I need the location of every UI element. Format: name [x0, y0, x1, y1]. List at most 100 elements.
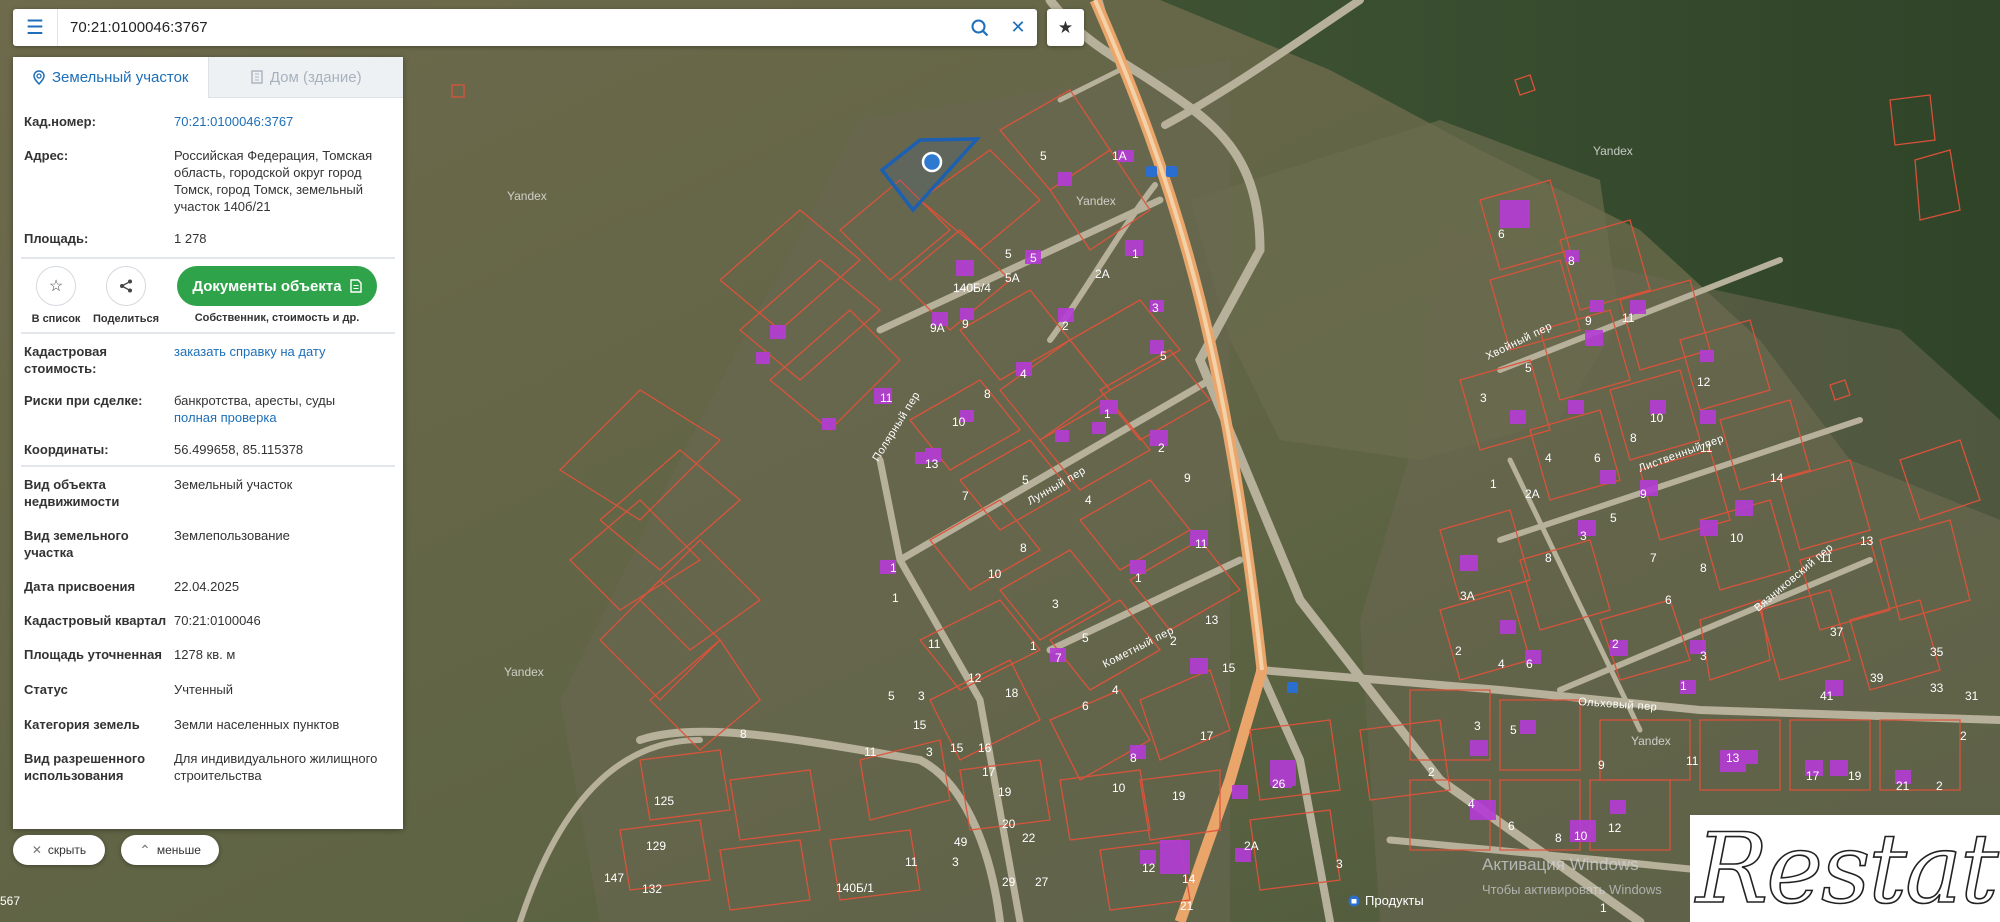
- svg-text:140Б/4: 140Б/4: [953, 281, 991, 295]
- tab-house[interactable]: Дом (здание): [207, 57, 403, 98]
- svg-text:13: 13: [1860, 534, 1874, 548]
- svg-text:4: 4: [1020, 367, 1027, 381]
- add-to-list-action[interactable]: ☆ В список: [21, 266, 91, 325]
- specified-area-value: 1278 кв. м: [174, 647, 236, 662]
- close-icon: ✕: [1010, 17, 1026, 37]
- svg-text:19: 19: [998, 785, 1012, 799]
- svg-text:1: 1: [1600, 901, 1607, 915]
- svg-text:8: 8: [1630, 431, 1637, 445]
- svg-text:6: 6: [1526, 657, 1533, 671]
- svg-text:4: 4: [1498, 657, 1505, 671]
- svg-text:4: 4: [1085, 493, 1092, 507]
- search-input[interactable]: [58, 11, 961, 44]
- windows-activation-text: Активация Windows: [1482, 855, 1639, 874]
- svg-text:3: 3: [1474, 719, 1481, 733]
- assignment-date-row: Дата присвоения 22.04.2025: [13, 578, 403, 595]
- less-button[interactable]: ⌃ меньше: [121, 835, 219, 865]
- svg-text:147: 147: [604, 871, 624, 885]
- svg-text:9: 9: [962, 317, 969, 331]
- permitted-use-label: Вид разрешенного использования: [24, 751, 146, 783]
- star-icon: ★: [1057, 17, 1074, 37]
- svg-text:3: 3: [1336, 857, 1343, 871]
- documents-action: Документы объекта Собственник, стоимость…: [177, 266, 377, 324]
- svg-text:9: 9: [1585, 314, 1592, 328]
- svg-text:3: 3: [926, 745, 933, 759]
- svg-text:6: 6: [1665, 593, 1672, 607]
- location-marker[interactable]: [921, 151, 943, 173]
- restate-logo-text: Restate: [1695, 815, 2000, 922]
- svg-text:10: 10: [1574, 829, 1588, 843]
- svg-text:11: 11: [928, 637, 941, 651]
- svg-text:140Б/1: 140Б/1: [836, 881, 874, 895]
- search-bar: ☰ ✕: [13, 9, 1037, 46]
- svg-text:10: 10: [1650, 411, 1664, 425]
- svg-text:16: 16: [978, 741, 992, 755]
- land-category-value: Земли населенных пунктов: [174, 717, 340, 732]
- share-action[interactable]: Поделиться: [91, 266, 161, 325]
- svg-text:567: 567: [0, 894, 20, 908]
- svg-text:5: 5: [888, 689, 895, 703]
- svg-text:1: 1: [1132, 247, 1139, 261]
- cadastral-number-link[interactable]: 70:21:0100046:3767: [174, 114, 293, 129]
- documents-button[interactable]: Документы объекта: [177, 266, 377, 306]
- poi-grocery-label: Продукты: [1365, 893, 1424, 908]
- add-to-list-button[interactable]: ☆: [36, 266, 76, 306]
- address-label: Адрес:: [24, 148, 69, 163]
- share-button[interactable]: [106, 266, 146, 306]
- svg-text:1: 1: [1104, 407, 1111, 421]
- svg-text:14: 14: [1182, 872, 1196, 886]
- specified-area-row: Площадь уточненная 1278 кв. м: [13, 646, 403, 663]
- svg-text:29: 29: [1002, 875, 1016, 889]
- quarter-value: 70:21:0100046: [174, 613, 261, 628]
- add-to-list-label: В список: [31, 313, 81, 325]
- hide-button[interactable]: ✕ скрыть: [13, 835, 105, 865]
- svg-text:13: 13: [1205, 613, 1219, 627]
- menu-button[interactable]: ☰: [13, 9, 58, 46]
- share-label: Поделиться: [92, 313, 160, 325]
- svg-text:8: 8: [1568, 254, 1575, 268]
- favorite-button[interactable]: ★: [1047, 9, 1084, 46]
- svg-text:Yandex: Yandex: [507, 189, 547, 203]
- svg-text:8: 8: [1555, 831, 1562, 845]
- shop-icon: [1348, 895, 1360, 906]
- svg-text:2: 2: [1960, 729, 1967, 743]
- svg-text:21: 21: [1896, 779, 1910, 793]
- svg-text:5: 5: [1030, 251, 1037, 265]
- land-category-row: Категория земель Земли населенных пункто…: [13, 716, 403, 733]
- svg-text:15: 15: [950, 741, 964, 755]
- svg-text:6: 6: [1082, 699, 1089, 713]
- svg-text:1: 1: [1135, 571, 1142, 585]
- svg-text:35: 35: [1930, 645, 1944, 659]
- quarter-row: Кадастровый квартал 70:21:0100046: [13, 612, 403, 629]
- restate-logo: Restate: [1690, 815, 2000, 922]
- svg-text:2: 2: [1936, 779, 1943, 793]
- tab-house-label: Дом (здание): [269, 68, 362, 86]
- clear-button[interactable]: ✕: [999, 9, 1037, 46]
- quarter-label: Кадастровый квартал: [24, 613, 167, 628]
- svg-text:129: 129: [646, 839, 666, 853]
- address-row: Адрес: Российская Федерация, Томская обл…: [13, 147, 403, 215]
- svg-text:4: 4: [1468, 797, 1475, 811]
- share-icon: [120, 279, 132, 293]
- tab-land-plot[interactable]: Земельный участок: [13, 57, 208, 98]
- svg-text:4: 4: [1112, 683, 1119, 697]
- svg-text:19: 19: [1848, 769, 1862, 783]
- land-type-row: Вид земельного участка Землепользование: [13, 527, 403, 561]
- svg-text:5: 5: [1082, 631, 1089, 645]
- svg-text:Yandex: Yandex: [1593, 144, 1633, 158]
- poi-grocery[interactable]: Продукты: [1348, 893, 1424, 908]
- risks-label: Риски при сделке:: [24, 393, 143, 408]
- full-check-link[interactable]: полная проверка: [174, 410, 277, 425]
- svg-text:1: 1: [1030, 639, 1037, 653]
- status-value: Учтенный: [174, 682, 234, 697]
- svg-text:Yandex: Yandex: [1076, 194, 1116, 208]
- search-button[interactable]: [961, 9, 999, 46]
- svg-text:19: 19: [1172, 789, 1186, 803]
- svg-text:10: 10: [988, 567, 1002, 581]
- search-icon: [971, 19, 989, 36]
- order-certificate-link[interactable]: заказать справку на дату: [174, 344, 326, 359]
- svg-text:2: 2: [1062, 319, 1069, 333]
- status-row: Статус Учтенный: [13, 681, 403, 698]
- svg-text:3: 3: [952, 855, 959, 869]
- svg-text:12: 12: [1608, 821, 1622, 835]
